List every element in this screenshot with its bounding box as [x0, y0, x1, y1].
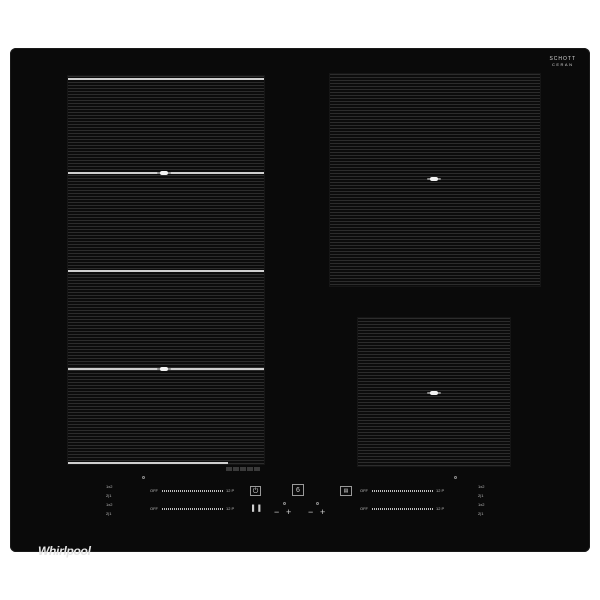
lock-button[interactable]: ▤ — [340, 486, 352, 496]
schott-ceran-badge: SCHOTT CERAN — [549, 56, 576, 68]
power-slider-right-rear[interactable]: OFF 12 P — [360, 488, 452, 494]
status-dot-left — [142, 476, 145, 479]
slider-min-label: OFF — [150, 506, 158, 511]
right-indicator-3: 1x2 — [478, 502, 485, 507]
timer-indicator-dot — [283, 502, 286, 505]
flexi-zone-divider-2 — [68, 270, 264, 272]
boost-indicator-dot — [316, 502, 319, 505]
induction-hob: SCHOTT CERAN Whirlpool 1x2 2|1 1x2 2|1 O… — [10, 48, 590, 558]
slider-track[interactable] — [162, 490, 224, 492]
plus-button[interactable]: + — [320, 508, 325, 517]
slider-max-label: 12 P — [436, 488, 445, 493]
left-indicator-4: 2|1 — [106, 511, 112, 516]
flexi-zone-top-edge — [68, 78, 264, 80]
slider-min-label: OFF — [150, 488, 158, 493]
power-button[interactable]: ⏻ — [250, 486, 261, 496]
zone-center-marker-left-bottom — [160, 367, 168, 371]
right-indicator-2: 2|1 — [478, 493, 484, 498]
status-dot-right — [454, 476, 457, 479]
lock-icon: ▤ — [343, 488, 349, 494]
left-indicator-2: 2|1 — [106, 493, 112, 498]
power-slider-left-rear[interactable]: OFF 12 P — [150, 488, 242, 494]
slider-min-label: OFF — [360, 506, 368, 511]
slider-track[interactable] — [162, 508, 224, 510]
zone-center-marker-front-right — [430, 391, 438, 395]
left-indicator-3: 1x2 — [106, 502, 113, 507]
minus-button[interactable]: − — [308, 508, 313, 517]
timer-plus-button[interactable]: + — [286, 508, 291, 517]
right-indicator-1: 1x2 — [478, 484, 485, 489]
power-slider-left-front[interactable]: OFF 12 P — [150, 506, 242, 512]
ceran-label: CERAN — [551, 62, 574, 67]
boost-icon: 6 — [296, 487, 300, 494]
slider-max-label: 12 P — [226, 506, 235, 511]
slider-min-label: OFF — [360, 488, 368, 493]
power-slider-right-front[interactable]: OFF 12 P — [360, 506, 452, 512]
pause-icon[interactable]: ▌▐ — [252, 505, 261, 514]
zone-center-marker-left-top — [160, 171, 168, 175]
slider-max-label: 12 P — [226, 488, 235, 493]
whirlpool-logo: Whirlpool — [38, 544, 91, 558]
flexi-zone-bottom-edge — [68, 462, 228, 464]
flexi-zone-scale — [226, 458, 261, 471]
slider-track[interactable] — [372, 508, 434, 510]
zone-center-marker-rear-right — [430, 177, 438, 181]
slider-max-label: 12 P — [436, 506, 445, 511]
boost-button[interactable]: 6 — [292, 484, 304, 496]
power-icon: ⏻ — [252, 488, 259, 495]
left-indicator-1: 1x2 — [106, 484, 113, 489]
right-indicator-4: 2|1 — [478, 511, 484, 516]
slider-track[interactable] — [372, 490, 434, 492]
timer-minus-button[interactable]: − — [274, 508, 279, 517]
